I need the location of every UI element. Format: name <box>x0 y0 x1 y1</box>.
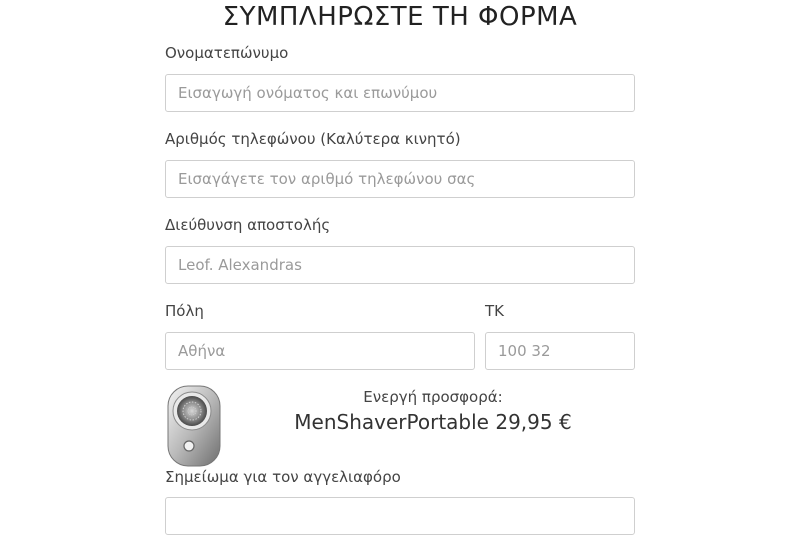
courier-note-label: Σημείωμα για τον αγγελιαφόρο <box>165 468 401 486</box>
city-label: Πόλη <box>165 302 204 320</box>
zip-label: ΤΚ <box>485 302 504 320</box>
address-input[interactable] <box>165 246 635 284</box>
phone-label: Αριθμός τηλεφώνου (Καλύτερα κινητό) <box>165 130 461 148</box>
city-input[interactable] <box>165 332 475 370</box>
zip-input[interactable] <box>485 332 635 370</box>
address-label: Διεύθυνση αποστολής <box>165 216 331 234</box>
courier-note-input[interactable] <box>165 497 635 535</box>
name-label: Ονοματεπώνυμο <box>165 44 289 62</box>
offer-label: Ενεργή προσφορά: <box>363 388 503 406</box>
form-title: ΣΥΜΠΛΗΡΩΣΤΕ ΤΗ ΦΟΡΜΑ <box>222 2 578 32</box>
portable-shaver-image <box>167 385 221 467</box>
offer-product-price: MenShaverPortable 29,95 € <box>294 410 572 434</box>
name-input[interactable] <box>165 74 635 112</box>
phone-input[interactable] <box>165 160 635 198</box>
